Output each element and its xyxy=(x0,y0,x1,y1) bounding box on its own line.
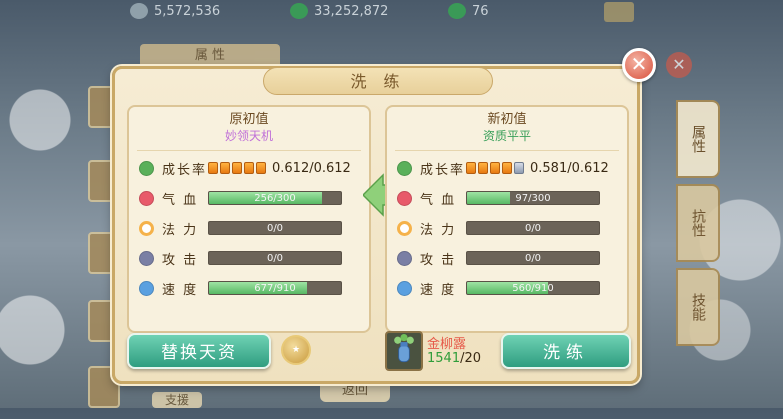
gold-resource: 33,252,872 xyxy=(290,3,388,19)
growth-row: 成长率 0.612/0.612 xyxy=(139,157,365,179)
item-need: /20 xyxy=(460,351,482,366)
card-header: 新初值 资质平平 xyxy=(395,107,619,151)
wash-dialog: 洗 练 原初值 妙领天机 成长率 0.612/0.612 气 血 256/300… xyxy=(112,66,640,384)
spd-bar-text: 560/910 xyxy=(512,283,554,294)
spd-label: 速 度 xyxy=(420,282,457,298)
mp-label: 法 力 xyxy=(420,222,457,238)
atk-label: 攻 击 xyxy=(420,252,457,268)
growth-segments xyxy=(208,162,266,174)
wash-button[interactable]: 洗练 xyxy=(501,333,631,369)
growth-segment xyxy=(478,162,488,174)
gold-ingot-icon xyxy=(290,3,308,19)
atk-bar-text: 0/0 xyxy=(524,253,542,264)
mp-bar: 0/0 xyxy=(208,221,342,235)
growth-segment xyxy=(502,162,512,174)
growth-label: 成长率 xyxy=(162,162,208,178)
item-slot[interactable] xyxy=(385,331,423,371)
heart-icon xyxy=(397,190,412,206)
item-name: 金柳露 xyxy=(427,337,467,352)
item-have: 1541 xyxy=(427,351,461,366)
speed-icon xyxy=(139,280,154,296)
atk-row: 攻 击 0/0 xyxy=(397,247,623,269)
speed-icon xyxy=(397,280,412,296)
spd-bar-text: 677/910 xyxy=(254,283,296,294)
growth-value: 0.581/0.612 xyxy=(530,160,609,176)
spd-bar: 677/910 xyxy=(208,281,342,295)
support-button[interactable]: 支援 xyxy=(152,392,202,408)
underlying-close-icon[interactable]: ✕ xyxy=(666,52,692,78)
tab-attributes[interactable]: 属性 xyxy=(676,100,720,178)
dialog-title: 洗 练 xyxy=(263,67,493,95)
hp-bar-text: 256/300 xyxy=(254,193,296,204)
medal-icon[interactable]: ★ xyxy=(281,335,311,365)
growth-segment xyxy=(208,162,218,174)
growth-segment xyxy=(466,162,476,174)
mp-bar: 0/0 xyxy=(466,221,600,235)
hp-row: 气 血 256/300 xyxy=(139,187,365,209)
mp-bar-text: 0/0 xyxy=(266,223,284,234)
growth-segment xyxy=(244,162,254,174)
close-icon[interactable]: ✕ xyxy=(622,48,656,82)
mp-row: 法 力 0/0 xyxy=(397,217,623,239)
jade-amount: 76 xyxy=(472,3,489,19)
growth-segment xyxy=(232,162,242,174)
growth-segments xyxy=(466,162,524,174)
tab-resistance[interactable]: 抗性 xyxy=(676,184,720,262)
card-header: 原初值 妙领天机 xyxy=(137,107,361,151)
hp-row: 气 血 97/300 xyxy=(397,187,623,209)
silver-resource: 5,572,536 xyxy=(130,3,220,19)
mp-label: 法 力 xyxy=(162,222,199,238)
atk-bar: 0/0 xyxy=(208,251,342,265)
spd-row: 速 度 560/910 xyxy=(397,277,623,299)
original-title: 原初值 xyxy=(229,112,269,127)
original-subtitle: 妙领天机 xyxy=(224,129,273,143)
growth-segment xyxy=(490,162,500,174)
new-values-card: 新初值 资质平平 成长率 0.581/0.612 气 血 97/300 法 力 … xyxy=(385,105,629,333)
atk-bar-text: 0/0 xyxy=(266,253,284,264)
gold-amount: 33,252,872 xyxy=(314,3,389,19)
growth-segment xyxy=(220,162,230,174)
hp-bar: 256/300 xyxy=(208,191,342,205)
dialog-title-wrap: 洗 练 xyxy=(263,67,493,97)
hp-bar-text: 97/300 xyxy=(515,193,551,204)
growth-segment-empty xyxy=(514,162,524,174)
mp-bar-text: 0/0 xyxy=(524,223,542,234)
silver-coin-icon xyxy=(130,3,148,19)
item-count: 1541/20 xyxy=(427,351,481,366)
mp-row: 法 力 0/0 xyxy=(139,217,365,239)
tab-skills[interactable]: 技能 xyxy=(676,268,720,346)
silver-amount: 5,572,536 xyxy=(154,3,221,19)
spd-bar: 560/910 xyxy=(466,281,600,295)
mana-icon xyxy=(139,220,154,236)
underlying-attr-tab: 属 性 xyxy=(140,44,280,68)
spd-label: 速 度 xyxy=(162,282,199,298)
growth-icon xyxy=(397,160,412,176)
heart-icon xyxy=(139,190,154,206)
atk-row: 攻 击 0/0 xyxy=(139,247,365,269)
hp-label: 气 血 xyxy=(162,192,199,208)
topbar-shop-icon[interactable] xyxy=(604,2,634,22)
atk-bar: 0/0 xyxy=(466,251,600,265)
hp-label: 气 血 xyxy=(420,192,457,208)
growth-value: 0.612/0.612 xyxy=(272,160,351,176)
hp-bar: 97/300 xyxy=(466,191,600,205)
sword-icon xyxy=(397,250,412,266)
spd-row: 速 度 677/910 xyxy=(139,277,365,299)
growth-row: 成长率 0.581/0.612 xyxy=(397,157,623,179)
growth-icon xyxy=(139,160,154,176)
new-subtitle: 资质平平 xyxy=(482,129,531,143)
jade-icon xyxy=(448,3,466,19)
growth-label: 成长率 xyxy=(420,162,466,178)
resource-bar: 5,572,536 33,252,872 76 xyxy=(0,0,783,24)
new-title: 新初值 xyxy=(487,112,527,127)
right-side-tabs: 属性 抗性 技能 xyxy=(676,100,722,352)
atk-label: 攻 击 xyxy=(162,252,199,268)
mana-icon xyxy=(397,220,412,236)
jade-resource: 76 xyxy=(448,3,489,19)
replace-talent-button[interactable]: 替换天资 xyxy=(127,333,271,369)
sword-icon xyxy=(139,250,154,266)
vase-icon xyxy=(394,334,414,363)
original-values-card: 原初值 妙领天机 成长率 0.612/0.612 气 血 256/300 法 力… xyxy=(127,105,371,333)
growth-segment xyxy=(256,162,266,174)
